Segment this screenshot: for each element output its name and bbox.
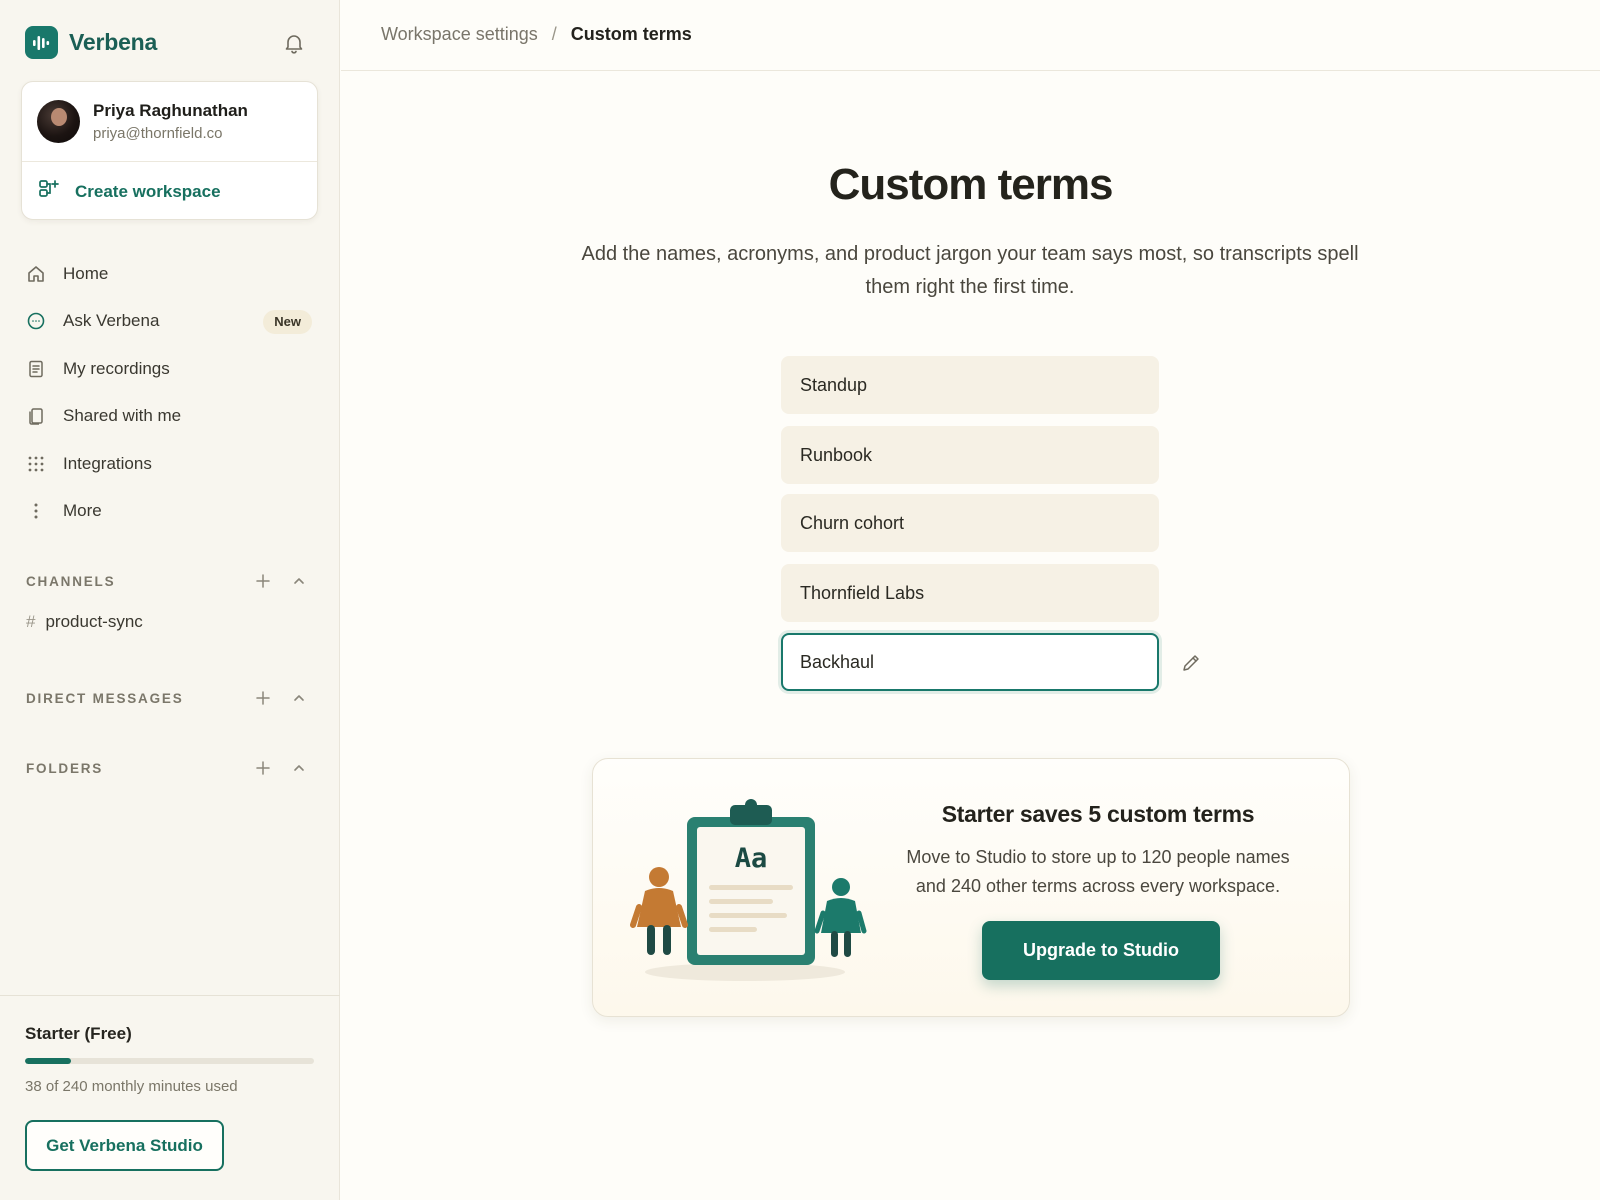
more-vertical-icon [25, 500, 47, 522]
section-title: FOLDERS [26, 760, 104, 776]
collapse-chevron-up-icon[interactable] [290, 689, 308, 707]
add-workspace-icon [38, 178, 60, 205]
collapse-chevron-up-icon[interactable] [290, 572, 308, 590]
upgrade-to-studio-button[interactable]: Upgrade to Studio [982, 921, 1220, 980]
collapse-chevron-up-icon[interactable] [290, 759, 308, 777]
illustration-aa-label: Aa [735, 843, 768, 874]
sidebar: Verbena Priya Raghunathan priya@thornfie… [0, 0, 340, 1200]
nav-item-label: My recordings [63, 358, 170, 378]
bell-icon[interactable] [282, 31, 306, 55]
profile-card: Priya Raghunathan priya@thornfield.co Cr… [21, 81, 318, 220]
top-bar: Workspace settings / Custom terms [341, 0, 1600, 71]
copy-icon [25, 405, 47, 427]
create-workspace-button[interactable]: Create workspace [38, 178, 221, 205]
custom-terms-illustration: Aa [630, 799, 867, 981]
usage-progress-bar [25, 1058, 314, 1064]
nav-item-integrations[interactable]: Integrations [25, 440, 315, 488]
nav-item-label: Shared with me [63, 406, 182, 426]
breadcrumb-workspace-settings[interactable]: Workspace settings [381, 24, 538, 45]
create-workspace-label: Create workspace [75, 181, 221, 201]
chat-icon [25, 310, 47, 332]
add-channel-plus-icon[interactable] [254, 572, 272, 590]
verbena-logo-icon [25, 26, 58, 59]
upgrade-promo-card: Aa Starter saves 5 custom terms Move to … [592, 758, 1350, 1017]
promo-title: Starter saves 5 custom terms [941, 801, 1255, 827]
document-icon [25, 358, 47, 380]
plan-name: Starter (Free) [25, 1024, 132, 1043]
add-message-plus-icon[interactable] [254, 689, 272, 707]
new-badge: New [263, 309, 312, 334]
main-nav: Home Ask Verbena New My recordings Share… [25, 250, 315, 535]
divider [22, 161, 317, 162]
term-input-2[interactable] [781, 426, 1159, 484]
term-input-4[interactable] [781, 564, 1159, 622]
promo-text: Move to Studio to store up to 120 people… [906, 847, 1290, 896]
nav-item-label: Integrations [63, 453, 152, 473]
nav-item-my-recordings[interactable]: My recordings [25, 345, 315, 393]
term-input-1[interactable] [781, 356, 1159, 414]
profile-email: priya@thornfield.co [93, 125, 223, 142]
breadcrumb-separator: / [551, 24, 557, 44]
breadcrumb-current: Custom terms [570, 24, 692, 44]
channel-item-product-sync[interactable]: # product-sync [26, 612, 143, 632]
grid-icon [25, 453, 47, 475]
direct-messages-section-header: DIRECT MESSAGES [26, 686, 312, 710]
divider [0, 995, 340, 996]
home-icon [25, 263, 47, 285]
add-folder-plus-icon[interactable] [254, 759, 272, 777]
page-subtitle: Add the names, acronyms, and product jar… [581, 243, 1359, 298]
nav-item-label: Home [63, 263, 109, 283]
breadcrumb: Workspace settings / Custom terms [381, 24, 692, 45]
channels-section-header: CHANNELS [26, 569, 312, 593]
folders-section-header: FOLDERS [26, 756, 312, 780]
usage-text: 38 of 240 monthly minutes used [25, 1078, 238, 1095]
brand-name: Verbena [69, 29, 158, 55]
nav-item-label: Ask Verbena [63, 311, 160, 331]
nav-item-more[interactable]: More [25, 488, 315, 536]
section-title: DIRECT MESSAGES [26, 690, 184, 706]
usage-progress-fill [25, 1058, 71, 1064]
brand[interactable]: Verbena [25, 26, 157, 59]
get-studio-button[interactable]: Get Verbena Studio [25, 1120, 224, 1171]
term-input-3[interactable] [781, 494, 1159, 552]
nav-item-home[interactable]: Home [25, 250, 315, 298]
channel-label: product-sync [45, 612, 143, 631]
nav-item-shared-with-me[interactable]: Shared with me [25, 393, 315, 441]
term-input-5[interactable] [781, 633, 1159, 691]
hash-icon: # [26, 612, 36, 631]
section-title: CHANNELS [26, 573, 116, 589]
avatar[interactable] [37, 100, 80, 143]
profile-name: Priya Raghunathan [93, 101, 248, 120]
pencil-edit-icon[interactable] [1180, 652, 1202, 674]
page-title: Custom terms [828, 160, 1114, 209]
nav-item-label: More [63, 501, 102, 521]
nav-item-ask-verbena[interactable]: Ask Verbena New [25, 298, 315, 346]
